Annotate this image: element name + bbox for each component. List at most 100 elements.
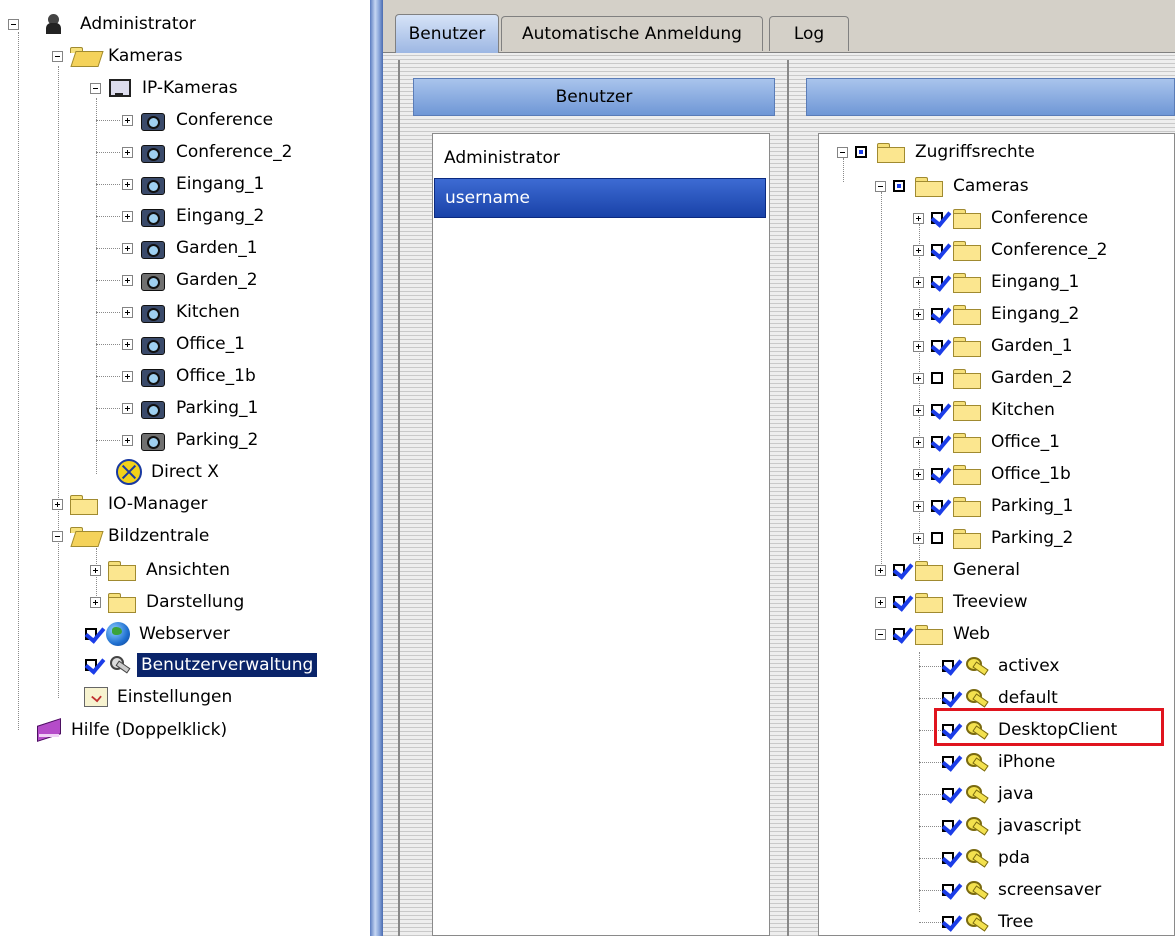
rights-node[interactable]: General	[875, 556, 1024, 584]
tree-node-camera[interactable]: Conference	[122, 106, 277, 134]
rights-node[interactable]: java	[941, 780, 1038, 808]
tree-node-ansichten[interactable]: Ansichten	[90, 556, 234, 584]
expand-icon[interactable]	[122, 146, 133, 158]
navigation-tree[interactable]: Administrator Kameras IP-Kameras Confere…	[0, 0, 370, 936]
checkbox-checked-icon[interactable]	[941, 818, 961, 834]
collapse-icon[interactable]	[52, 530, 63, 542]
collapse-icon[interactable]	[52, 50, 63, 62]
splitter[interactable]	[370, 0, 383, 936]
tree-node-hilfe[interactable]: Hilfe (Doppelklick)	[34, 716, 231, 744]
rights-node[interactable]: Cameras	[875, 172, 1033, 200]
expand-icon[interactable]	[122, 210, 133, 222]
tree-node-camera[interactable]: Parking_1	[122, 394, 262, 422]
checkbox-checked-icon[interactable]	[941, 754, 961, 770]
users-list[interactable]: Administrator username	[432, 133, 770, 936]
checkbox-checked-icon[interactable]	[930, 434, 950, 450]
collapse-icon[interactable]	[875, 180, 886, 192]
tree-node-benutzerverwaltung[interactable]: Benutzerverwaltung	[84, 651, 318, 679]
tree-node-camera[interactable]: Parking_2	[122, 426, 262, 454]
rights-node[interactable]: Garden_2	[913, 364, 1077, 392]
collapse-icon[interactable]	[8, 18, 19, 30]
rights-node[interactable]: Garden_1	[913, 332, 1077, 360]
tree-node-camera[interactable]: Garden_2	[122, 266, 262, 294]
tree-node-camera[interactable]: Office_1b	[122, 362, 260, 390]
rights-node[interactable]: Eingang_2	[913, 300, 1083, 328]
checkbox-checked-icon[interactable]	[930, 466, 950, 482]
checkbox-checked-icon[interactable]	[930, 242, 950, 258]
collapse-icon[interactable]	[875, 628, 886, 640]
collapse-icon[interactable]	[837, 146, 848, 158]
expand-icon[interactable]	[122, 402, 133, 414]
rights-node[interactable]: Parking_2	[913, 524, 1077, 552]
user-item-administrator[interactable]: Administrator	[434, 138, 766, 178]
expand-icon[interactable]	[913, 404, 924, 416]
checkbox-checked-icon[interactable]	[892, 562, 912, 578]
checkbox-empty-icon[interactable]	[930, 370, 950, 386]
rights-node[interactable]: Parking_1	[913, 492, 1077, 520]
tab-benutzer[interactable]: Benutzer	[395, 14, 499, 53]
tree-node-bildzentrale[interactable]: Bildzentrale	[52, 522, 213, 550]
rights-node[interactable]: Tree	[941, 908, 1037, 935]
expand-icon[interactable]	[122, 274, 133, 286]
checkbox-checked-icon[interactable]	[84, 626, 104, 642]
rights-node[interactable]: Conference_2	[913, 236, 1111, 264]
tree-node-webserver[interactable]: Webserver	[84, 620, 234, 648]
tree-node-kameras[interactable]: Kameras	[52, 42, 187, 70]
rights-node[interactable]: iPhone	[941, 748, 1059, 776]
expand-icon[interactable]	[913, 340, 924, 352]
expand-icon[interactable]	[913, 436, 924, 448]
expand-icon[interactable]	[913, 372, 924, 384]
expand-icon[interactable]	[913, 212, 924, 224]
checkbox-checked-icon[interactable]	[930, 338, 950, 354]
tree-node-einstellungen[interactable]: Einstellungen	[84, 683, 236, 711]
rights-node[interactable]: Office_1b	[913, 460, 1075, 488]
checkbox-checked-icon[interactable]	[930, 274, 950, 290]
expand-icon[interactable]	[913, 244, 924, 256]
expand-icon[interactable]	[913, 500, 924, 512]
expand-icon[interactable]	[913, 468, 924, 480]
expand-icon[interactable]	[90, 596, 101, 608]
tree-node-ip-kameras[interactable]: IP-Kameras	[90, 74, 242, 102]
tree-node-direct-x[interactable]: Direct X	[116, 458, 223, 486]
rights-node[interactable]: Web	[875, 620, 994, 648]
tree-node-darstellung[interactable]: Darstellung	[90, 588, 248, 616]
rights-node[interactable]: screensaver	[941, 876, 1105, 904]
expand-icon[interactable]	[122, 242, 133, 254]
checkbox-checked-icon[interactable]	[892, 594, 912, 610]
checkbox-checked-icon[interactable]	[930, 210, 950, 226]
checkbox-checked-icon[interactable]	[930, 402, 950, 418]
expand-icon[interactable]	[122, 114, 133, 126]
user-item-username[interactable]: username	[434, 178, 766, 218]
expand-icon[interactable]	[122, 178, 133, 190]
rights-node[interactable]: activex	[941, 652, 1063, 680]
checkbox-checked-icon[interactable]	[892, 626, 912, 642]
tree-node-administrator[interactable]: Administrator	[8, 10, 200, 38]
tree-node-camera[interactable]: Office_1	[122, 330, 249, 358]
rights-node[interactable]: Eingang_1	[913, 268, 1083, 296]
tree-node-camera[interactable]: Garden_1	[122, 234, 262, 262]
expand-icon[interactable]	[875, 564, 886, 576]
tab-automatische-anmeldung[interactable]: Automatische Anmeldung	[501, 16, 763, 51]
expand-icon[interactable]	[122, 306, 133, 318]
tab-log[interactable]: Log	[769, 16, 849, 51]
rights-node[interactable]: pda	[941, 844, 1034, 872]
expand-icon[interactable]	[122, 434, 133, 446]
expand-icon[interactable]	[875, 596, 886, 608]
checkbox-checked-icon[interactable]	[941, 914, 961, 930]
expand-icon[interactable]	[913, 276, 924, 288]
checkbox-checked-icon[interactable]	[941, 690, 961, 706]
rights-node[interactable]: Treeview	[875, 588, 1032, 616]
checkbox-partial-icon[interactable]	[892, 178, 912, 194]
rights-node[interactable]: javascript	[941, 812, 1085, 840]
checkbox-checked-icon[interactable]	[941, 786, 961, 802]
checkbox-checked-icon[interactable]	[84, 657, 104, 673]
tree-node-io-manager[interactable]: IO-Manager	[52, 490, 212, 518]
checkbox-checked-icon[interactable]	[930, 306, 950, 322]
expand-icon[interactable]	[52, 498, 63, 510]
checkbox-checked-icon[interactable]	[930, 498, 950, 514]
checkbox-checked-icon[interactable]	[941, 882, 961, 898]
checkbox-empty-icon[interactable]	[930, 530, 950, 546]
access-rights-tree[interactable]: Zugriffsrechte Cameras Conference Conferenc…	[818, 133, 1175, 936]
tree-node-camera[interactable]: Eingang_2	[122, 202, 268, 230]
tree-node-camera[interactable]: Eingang_1	[122, 170, 268, 198]
